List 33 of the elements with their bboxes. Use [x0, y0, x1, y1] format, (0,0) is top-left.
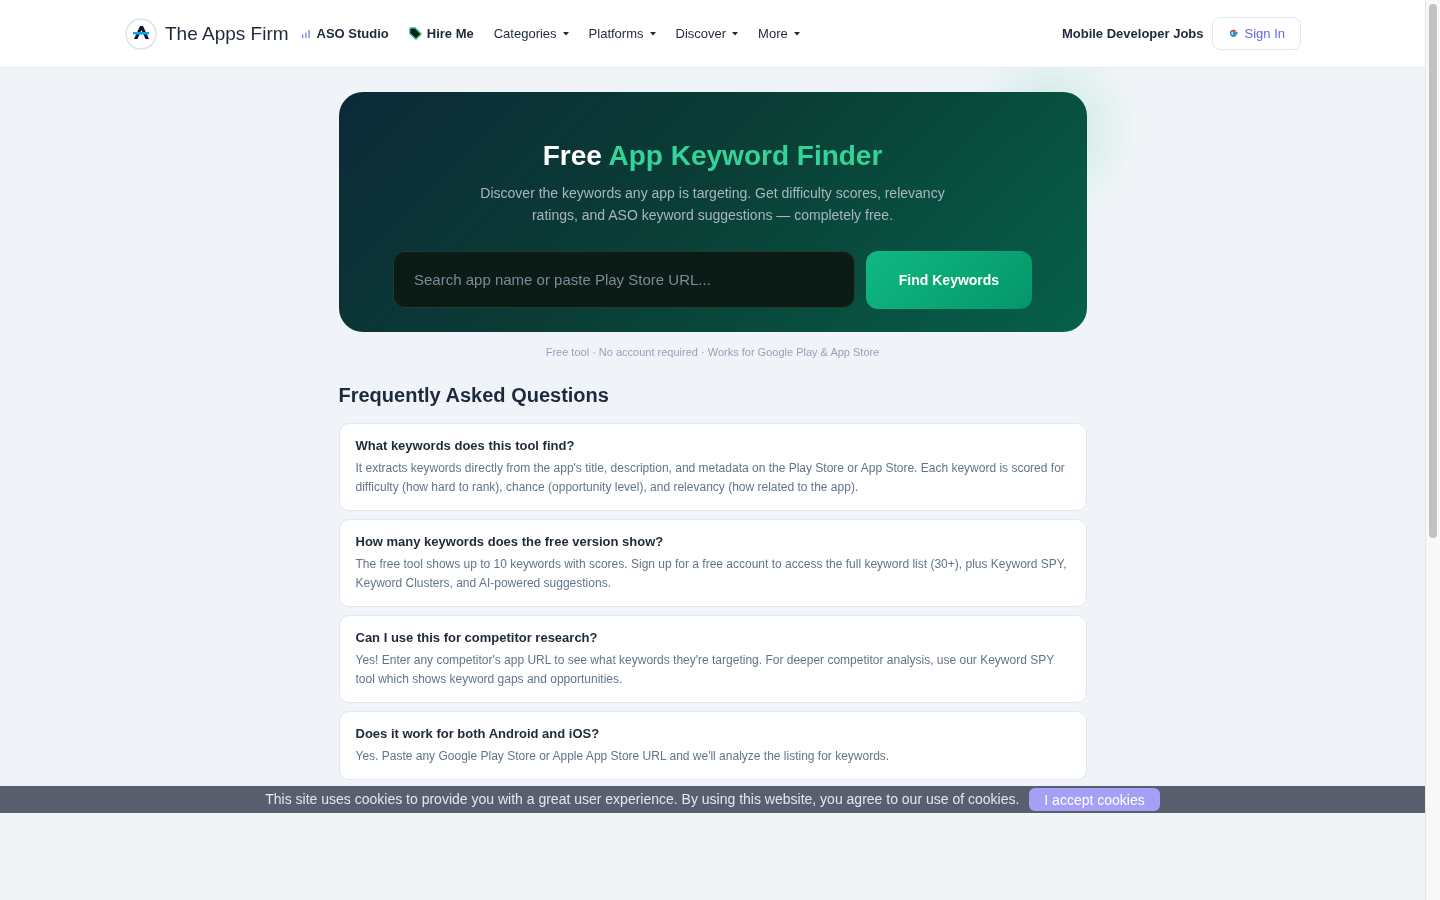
tag-icon	[408, 27, 422, 40]
caret-icon	[649, 31, 656, 36]
scrollbar[interactable]	[1425, 0, 1440, 900]
faq-question: Does it work for both Android and iOS?	[355, 726, 601, 741]
brand-name[interactable]: The Apps Firm	[165, 22, 289, 45]
faq-answer: The free tool shows up to 10 keywords with scores. Sign up for a free account to access the full keyword list (30+), plus Keyword SPY, Keyword Clusters, and AI-powered suggestions.	[355, 556, 1068, 592]
nav-dropdown[interactable]: Platforms	[588, 26, 656, 41]
info-note: Free tool · No account required · Works for Google Play & App Store	[544, 346, 881, 358]
scrollbar-thumb[interactable]	[1429, 4, 1437, 538]
faq-answer: Yes. Paste any Google Play Store or Apple App Store URL and we'll analyze the listing for keywords.	[355, 748, 891, 765]
faq-heading: Frequently Asked Questions	[338, 384, 610, 407]
faq-question: Can I use this for competitor research?	[355, 630, 599, 645]
logo-icon[interactable]	[125, 17, 157, 50]
faq-answer: It extracts keywords directly from the app's title, description, and metadata on the Play Store or App Store. Each keyword is scored for difficulty (how hard to rank), chance (opportunity level), and relevancy (how related to the app).	[355, 460, 1066, 496]
caret-icon	[732, 31, 739, 36]
nav-dropdown[interactable]: Categories	[493, 26, 569, 41]
google-icon	[1227, 28, 1239, 39]
nav-link[interactable]: ASO Studio	[300, 26, 389, 41]
faq-answer: Yes! Enter any competitor's app URL to see what keywords they're targeting. For deeper competitor analysis, use our Keyword SPY tool which shows keyword gaps and opportunities.	[355, 652, 1055, 688]
jobs-link[interactable]: Mobile Developer Jobs	[1061, 26, 1204, 41]
caret-icon	[793, 31, 800, 36]
hero-title: Free App Keyword Finder	[542, 140, 883, 172]
nav-dropdown[interactable]: More	[758, 26, 800, 41]
nav-dropdown[interactable]: Discover	[675, 26, 739, 41]
cookie-message: This site uses cookies to provide you with a great user experience. By using this website, you agree to our use of cookies.	[265, 791, 1020, 808]
caret-icon	[562, 31, 569, 36]
faq-question: What keywords does this tool find?	[355, 438, 576, 453]
hero-subtitle: Discover the keywords any app is targeting. Get difficulty scores, relevancy ratings, and ASO keyword suggestions — completely free.	[479, 184, 946, 225]
nav-link[interactable]: Hire Me	[408, 26, 474, 41]
search-field[interactable]: Search app name or paste Play Store URL...	[393, 251, 855, 308]
sign-in-button[interactable]: Sign In	[1211, 17, 1301, 50]
bar-chart-icon	[300, 28, 312, 39]
faq-question: How many keywords does the free version show?	[355, 534, 665, 549]
